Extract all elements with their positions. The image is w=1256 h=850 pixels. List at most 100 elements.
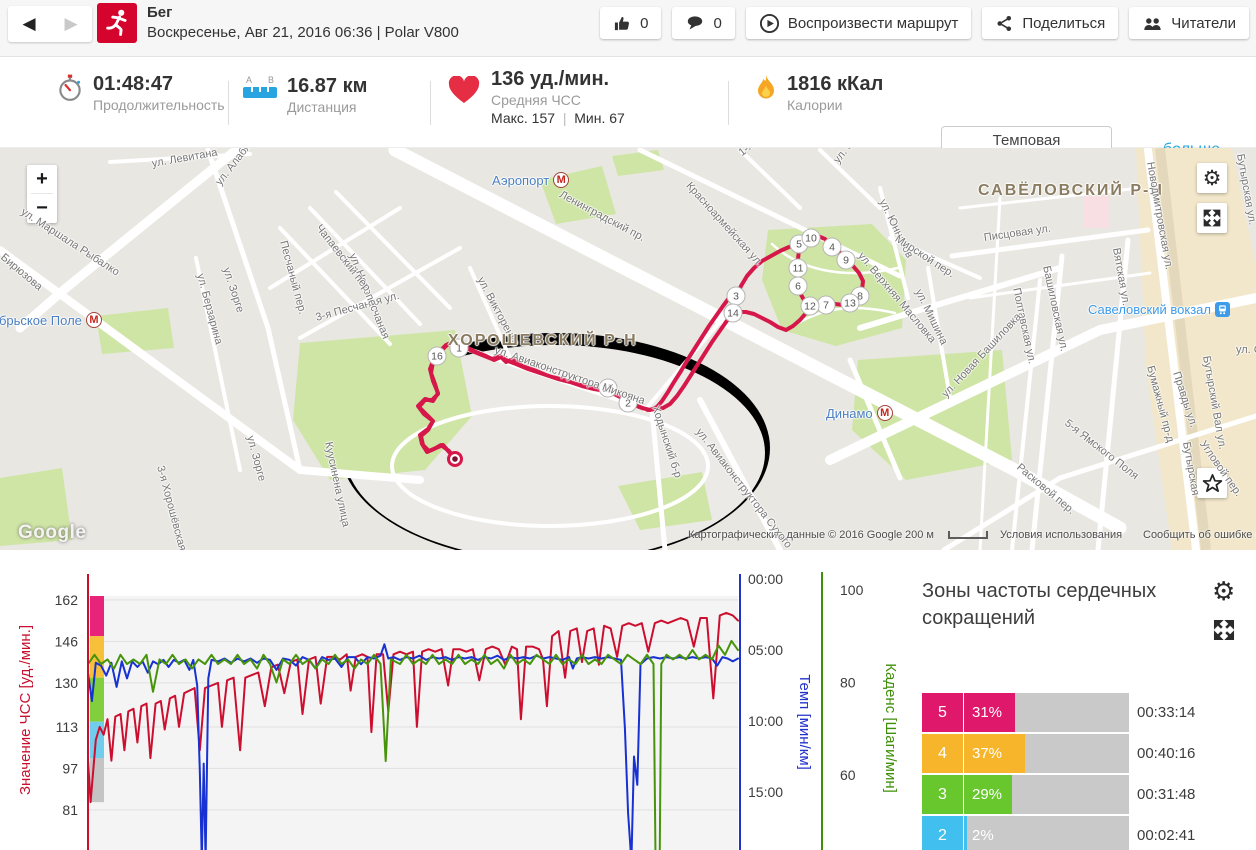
map-attribution: Картографические данные © 2016 Google — [688, 529, 903, 541]
map-fullscreen-button[interactable] — [1197, 203, 1227, 233]
map-metro-label: Динамо М — [826, 405, 893, 421]
duration-stat: 01:48:47 Продолжительность — [57, 73, 225, 113]
km-marker-3: 3 — [726, 286, 746, 306]
zone-percent: 31% — [972, 704, 1003, 721]
svg-text:13: 13 — [844, 298, 856, 310]
zoom-in-button[interactable]: + — [27, 165, 57, 193]
chart-settings-button[interactable]: ⚙ — [1212, 578, 1235, 605]
google-logo[interactable]: Google — [18, 522, 86, 544]
calories-stat: 1816 кКал Калории — [755, 73, 883, 113]
svg-text:3: 3 — [733, 291, 739, 303]
zone-percent: 37% — [972, 745, 1003, 762]
chart-tick-label: 162 — [55, 592, 79, 608]
top-bar: ◀ ▶ Бег Воскресенье, Авг 21, 2016 06:36 … — [0, 0, 1256, 57]
map-scale-bar — [948, 531, 988, 539]
chart-tick-label: 146 — [55, 633, 79, 649]
zone-number: 4 — [922, 734, 963, 773]
play-route-button[interactable]: Воспроизвести маршрут — [745, 7, 972, 39]
session-nav: ◀ ▶ — [8, 6, 92, 42]
duration-value: 01:48:47 — [93, 73, 174, 95]
like-count: 0 — [640, 14, 649, 32]
previous-session-button[interactable]: ◀ — [8, 6, 50, 42]
map-metro-label: Аэропорт М — [492, 172, 570, 188]
zone-bar-track: 29% — [964, 775, 1129, 814]
svg-text:14: 14 — [727, 308, 739, 320]
map-report-link[interactable]: Сообщить об ошибке на карте — [1143, 529, 1256, 541]
map-district-label: САВЁЛОВСКИЙ Р-Н — [978, 182, 1164, 199]
rail-label-text: Савеловский вокзал — [1088, 302, 1211, 317]
chart-tick-label: 05:00 — [748, 642, 783, 658]
hr-value: 136 уд./мин. — [491, 68, 610, 90]
activity-subtitle: Воскресенье, Авг 21, 2016 06:36 | Polar … — [147, 24, 459, 41]
svg-text:7: 7 — [823, 300, 829, 312]
svg-text:4: 4 — [829, 242, 835, 254]
comment-count: 0 — [713, 14, 722, 32]
metro-icon: М — [85, 312, 102, 328]
metro-icon: М — [876, 405, 893, 421]
km-marker-10: 10 — [801, 228, 821, 248]
hr-label: Средняя ЧСС — [491, 92, 581, 108]
hr-zone-row-2: 2 2% 00:02:41 — [922, 816, 1212, 850]
zone-bar-track: 2% — [964, 816, 1129, 850]
gear-icon: ⚙ — [1212, 576, 1236, 606]
zone-time: 00:31:48 — [1137, 786, 1196, 803]
readers-button[interactable]: Читатели — [1129, 7, 1249, 39]
share-button[interactable]: Поделиться — [982, 7, 1119, 39]
comment-button[interactable]: 0 — [672, 7, 735, 39]
heart-icon — [448, 76, 480, 103]
km-marker-14: 14 — [723, 303, 743, 323]
stats-divider — [430, 81, 431, 125]
thumbs-up-icon — [615, 16, 630, 30]
route-map[interactable]: 1 2 3 4 5 6 7 8 9 10 11 12 13 14 15 16 + − ⚙ — [0, 148, 1256, 550]
map-terms-link[interactable]: Условия использования — [1000, 529, 1122, 541]
duration-label: Продолжительность — [93, 97, 225, 113]
hr-zone-row-3: 3 29% 00:31:48 — [922, 775, 1212, 814]
chart-zone-band-5 — [90, 596, 104, 637]
next-session-button[interactable]: ▶ — [50, 6, 92, 42]
chart-fullscreen-button[interactable] — [1212, 618, 1236, 647]
map-street-label: ул. С — [1236, 344, 1256, 356]
chart-tick-label: 97 — [62, 760, 78, 776]
chart-tick-label: 113 — [56, 719, 79, 735]
training-curves-chart[interactable]: 162 146 130 113 97 81 00:00 05:00 10:00 15:00 100 8… — [0, 560, 900, 850]
calories-value: 1816 кКал — [787, 73, 884, 95]
hr-zone-row-4: 4 37% 00:40:16 — [922, 734, 1212, 773]
map-scale-text: 200 м — [905, 529, 934, 541]
comment-icon — [688, 16, 703, 30]
readers-label: Читатели — [1171, 14, 1236, 32]
zone-bar-track: 31% — [964, 693, 1129, 732]
chart-tick-label: 00:00 — [748, 571, 783, 587]
train-station-icon — [1214, 302, 1230, 317]
like-button[interactable]: 0 — [600, 7, 662, 39]
share-label: Поделиться — [1022, 14, 1106, 32]
fullscreen-icon — [1203, 209, 1221, 227]
map-metro-label: Октябрьское ПолеМ — [0, 312, 102, 328]
km-marker-13: 13 — [840, 293, 860, 313]
svg-text:6: 6 — [795, 281, 801, 293]
hr-zones-title: Зоны частоты сердечных сокращений — [922, 580, 1157, 629]
svg-text:5: 5 — [796, 239, 802, 251]
km-marker-4: 4 — [822, 237, 842, 257]
session-heading: Бег Воскресенье, Авг 21, 2016 06:36 | Po… — [147, 4, 459, 41]
running-sport-icon — [97, 3, 137, 43]
km-marker-16: 16 — [427, 346, 447, 366]
zone-bar-track: 37% — [964, 734, 1129, 773]
analysis-chart-section: 162 146 130 113 97 81 00:00 05:00 10:00 15:00 100 8… — [0, 550, 1256, 850]
chart-tick-label: 60 — [840, 767, 856, 783]
polar-flow-training-page: ◀ ▶ Бег Воскресенье, Авг 21, 2016 06:36 … — [0, 0, 1256, 850]
zone-time: 00:40:16 — [1137, 745, 1196, 762]
zone-number: 5 — [922, 693, 963, 732]
chart-tick-label: 10:00 — [748, 713, 783, 729]
map-settings-button[interactable]: ⚙ — [1197, 163, 1227, 193]
hr-max-min: Макс. 157 | Мин. 67 — [491, 110, 625, 126]
distance-label: Дистанция — [287, 99, 357, 115]
km-marker-11: 11 — [788, 258, 808, 278]
people-icon — [1144, 18, 1161, 30]
distance-stat: AB 16.87 км Дистанция — [243, 75, 367, 115]
chart-tick-label: 15:00 — [748, 784, 783, 800]
chart-tick-label: 130 — [55, 675, 79, 691]
chart-tick-label: 81 — [62, 802, 78, 818]
stats-divider — [228, 81, 229, 125]
stopwatch-icon — [59, 74, 81, 101]
svg-text:9: 9 — [843, 255, 849, 267]
